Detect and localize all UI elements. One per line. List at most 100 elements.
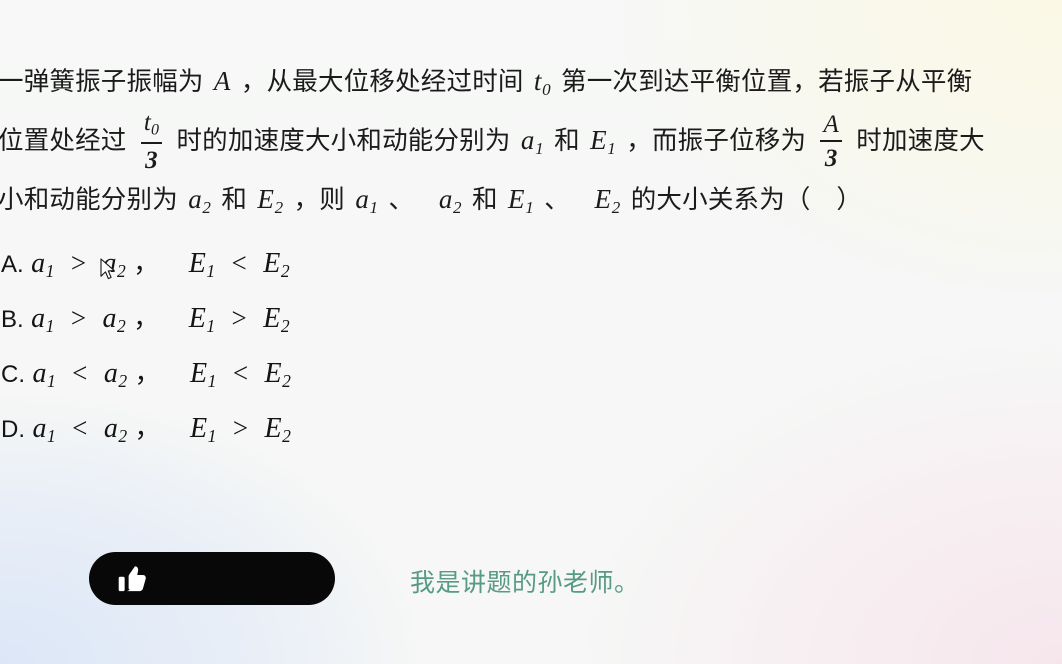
math-variable-a2: a2 [185, 184, 214, 217]
fraction-denominator: 3 [824, 144, 838, 172]
math-var-base: a [355, 184, 370, 214]
option-math-left: a1 [29, 413, 58, 446]
like-button[interactable] [89, 552, 335, 605]
math-var-base: E [264, 358, 282, 389]
fraction-numerator-base: t [143, 109, 151, 137]
math-var-subscript: 2 [118, 425, 128, 446]
option-operator: > [70, 303, 87, 333]
math-var-base: E [257, 184, 275, 214]
math-var-base: a [103, 358, 118, 389]
math-var-subscript: 2 [282, 370, 291, 391]
problem-line-2: 位置处经过 t0 3 时的加速度大小和动能分别为 a1 和 E1 ，而振子位移为… [0, 110, 1062, 174]
math-var-subscript: 1 [525, 197, 534, 217]
math-var-subscript: 2 [117, 260, 126, 281]
option-operator: < [72, 358, 88, 388]
math-var-base: E [188, 248, 206, 279]
math-var-subscript: 1 [206, 315, 216, 336]
option-math-left: a1 [28, 248, 57, 281]
fraction-numerator: t0 [141, 110, 162, 140]
option-letter: B. [1, 306, 24, 333]
option-math-left: E1 [186, 248, 218, 281]
option-separator: ， [133, 249, 160, 278]
option-math-right: E2 [260, 248, 292, 281]
problem-statement: 一弹簧振子振幅为 A ，从最大位移处经过时间 t0 第一次到达平衡位置，若振子从… [0, 52, 1062, 229]
math-var-subscript: 1 [46, 370, 56, 391]
option-operator: > [231, 303, 247, 333]
option-operator: > [232, 413, 249, 443]
math-var-subscript: 0 [542, 79, 551, 99]
math-var-base: a [32, 413, 47, 444]
option-d[interactable]: D. a1 < a2 ， E1 > E2 [0, 401, 700, 456]
math-variable-E2: E2 [592, 184, 624, 217]
problem-line-1: 一弹簧振子振幅为 A ，从最大位移处经过时间 t0 第一次到达平衡位置，若振子从… [0, 52, 1062, 111]
math-var-base: a [32, 358, 47, 389]
option-math-left: E1 [186, 303, 218, 336]
option-math-right: a2 [101, 413, 130, 446]
math-var-base: E [508, 184, 525, 214]
math-var-base: E [590, 125, 607, 155]
math-var-subscript: 2 [274, 197, 284, 217]
problem-text-fragment: 和 [554, 127, 580, 155]
option-operator: < [231, 248, 247, 278]
math-var-subscript: 1 [45, 315, 55, 336]
option-math-right: E2 [262, 413, 294, 446]
problem-text-fragment: 时加速度大 [856, 127, 985, 155]
option-math-left: a1 [28, 303, 57, 336]
problem-text-fragment: 和 [221, 186, 248, 214]
option-a[interactable]: A. a1 > a2 ， E1 < E2 [0, 236, 700, 291]
math-var-base: a [31, 303, 46, 334]
problem-text-fragment: 、 [544, 186, 570, 214]
presenter-caption: 我是讲题的孙老师。 [410, 569, 640, 597]
fraction-numerator-subscript: 0 [150, 121, 160, 139]
fraction-A-over-3: A 3 [820, 110, 842, 172]
math-var-base: a [188, 184, 202, 214]
math-var-base: a [438, 184, 453, 214]
problem-text-fragment: 、 [388, 186, 415, 214]
slide-canvas: 一弹簧振子振幅为 A ，从最大位移处经过时间 t0 第一次到达平衡位置，若振子从… [0, 0, 1062, 664]
problem-text-fragment: 和 [472, 186, 498, 214]
option-math-right: E2 [260, 303, 292, 336]
option-b[interactable]: B. a1 > a2 ， E1 > E2 [0, 291, 700, 346]
option-separator: ， [133, 304, 160, 333]
math-var-base: E [263, 248, 281, 279]
math-variable-a1: a1 [518, 125, 547, 158]
option-math-left: a1 [29, 358, 58, 391]
math-var-base: E [190, 413, 208, 444]
problem-text-fragment: 位置处经过 [0, 127, 127, 155]
problem-text-fragment: ，从最大位移处经过时间 [240, 68, 524, 96]
math-var-base: A [213, 66, 231, 96]
math-var-base: E [594, 184, 612, 214]
math-var-subscript: 2 [611, 197, 621, 217]
math-var-base: t [533, 66, 542, 96]
math-var-subscript: 2 [280, 260, 290, 281]
fraction-numerator-base: A [823, 110, 839, 138]
math-var-base: E [264, 413, 282, 444]
math-var-base: E [263, 303, 281, 334]
math-var-subscript: 2 [453, 197, 462, 217]
math-var-subscript: 2 [280, 315, 290, 336]
math-var-base: a [103, 413, 118, 444]
math-var-subscript: 2 [282, 425, 291, 446]
option-math-left: E1 [187, 413, 219, 446]
problem-text-fragment: 第一次到达平衡位置，若振子从平衡 [561, 68, 973, 96]
math-variable-E1: E1 [505, 184, 537, 217]
math-variable-t0: t0 [531, 66, 554, 99]
math-var-subscript: 1 [207, 370, 217, 391]
math-var-base: a [31, 248, 46, 279]
option-math-right: a2 [100, 303, 129, 336]
math-var-subscript: 2 [118, 370, 128, 391]
problem-text-fragment: 时的加速度大小和动能分别为 [176, 127, 511, 155]
math-var-subscript: 1 [535, 138, 544, 158]
math-variable-a2: a2 [436, 184, 465, 217]
math-var-subscript: 2 [117, 315, 126, 336]
fraction-denominator: 3 [145, 146, 158, 174]
math-variable-E1: E1 [587, 125, 619, 158]
math-var-subscript: 1 [46, 425, 56, 446]
option-letter: A. [1, 251, 24, 278]
problem-text-fragment: 一弹簧振子振幅为 [0, 68, 204, 96]
problem-line-3: 小和动能分别为 a2 和 E2 ，则 a1 、 a2 和 E1 、 E2 的大小… [0, 170, 1062, 229]
fraction-bar [140, 141, 163, 144]
math-variable-E2: E2 [254, 184, 286, 217]
option-math-left: E1 [187, 358, 219, 391]
option-c[interactable]: C. a1 < a2 ， E1 < E2 [0, 346, 700, 401]
